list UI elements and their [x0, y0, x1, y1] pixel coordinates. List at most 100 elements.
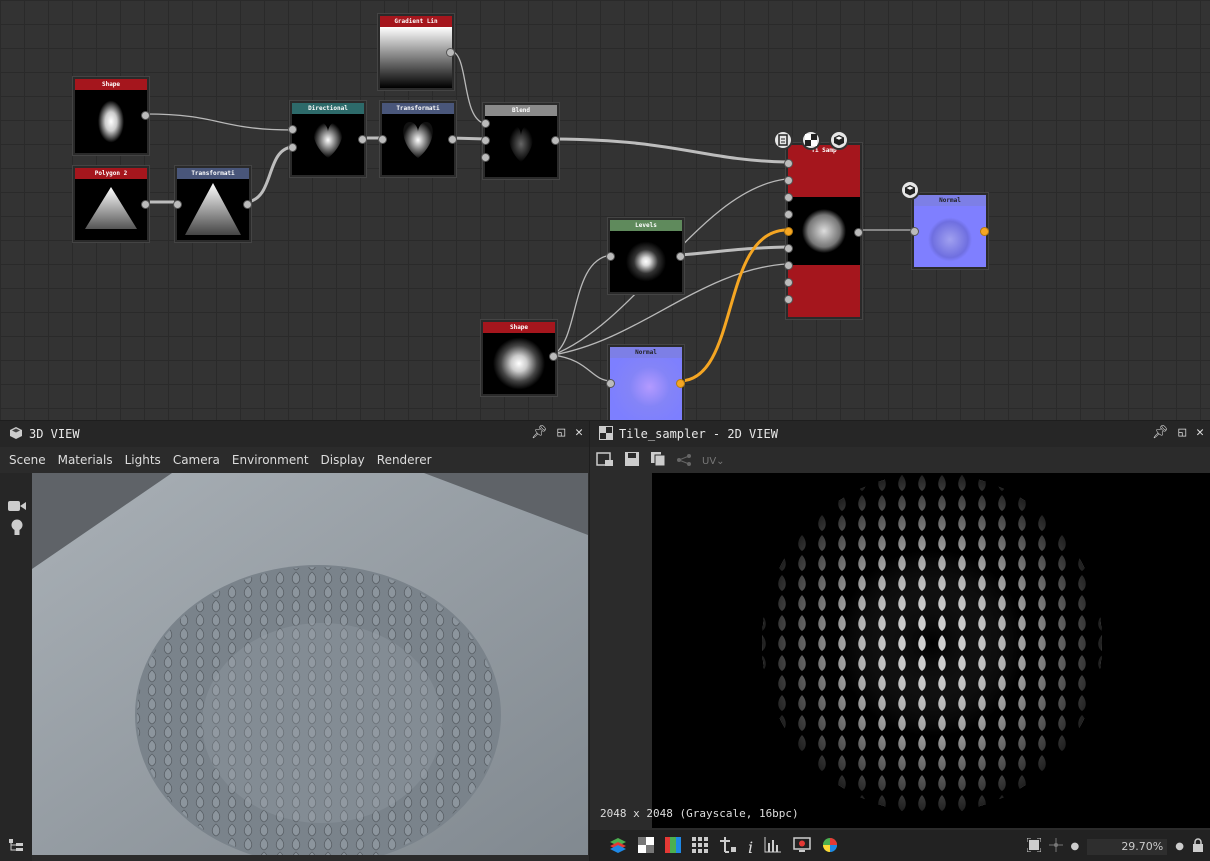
- close-icon[interactable]: ✕: [575, 425, 583, 440]
- output-port[interactable]: [980, 227, 989, 236]
- output-port[interactable]: [446, 48, 455, 57]
- menu-display[interactable]: Display: [321, 453, 365, 467]
- checker-icon[interactable]: [801, 130, 821, 150]
- output-port[interactable]: [141, 200, 150, 209]
- node-title: Polygon 2: [75, 168, 147, 179]
- tile-icon[interactable]: [719, 837, 737, 857]
- input-port[interactable]: [784, 278, 793, 287]
- 3d-view-menubar: Scene Materials Lights Camera Environmen…: [0, 448, 589, 472]
- zoom-in-icon[interactable]: ●: [1175, 841, 1184, 852]
- input-port[interactable]: [481, 119, 490, 128]
- output-port[interactable]: [448, 135, 457, 144]
- menu-environment[interactable]: Environment: [232, 453, 309, 467]
- output-port[interactable]: [358, 135, 367, 144]
- node-title: Normal: [914, 195, 986, 206]
- texture-preview: [762, 473, 1102, 813]
- 2d-viewport[interactable]: [652, 473, 1210, 828]
- menu-lights[interactable]: Lights: [125, 453, 161, 467]
- zoom-field[interactable]: 29.70%: [1087, 838, 1168, 855]
- node-polygon-2[interactable]: Polygon 2: [73, 166, 150, 242]
- save-icon[interactable]: [624, 451, 640, 471]
- pin-icon[interactable]: 📌︎: [1152, 425, 1169, 440]
- input-port[interactable]: [288, 143, 297, 152]
- transparency-icon[interactable]: [638, 837, 654, 857]
- 2d-view-panel: Tile_sampler - 2D VIEW 📌︎ ◱ ✕ UV⌄ 2048 x…: [590, 421, 1210, 861]
- input-port[interactable]: [784, 244, 793, 253]
- input-port[interactable]: [784, 210, 793, 219]
- input-port[interactable]: [784, 176, 793, 185]
- panel-title: 3D VIEW: [29, 427, 80, 441]
- info-icon[interactable]: i: [748, 838, 753, 857]
- color-channels-icon[interactable]: [665, 837, 681, 857]
- node-blend[interactable]: Blend: [481, 103, 560, 179]
- 3d-viewport[interactable]: [32, 473, 588, 855]
- output-port[interactable]: [551, 136, 560, 145]
- node-title: Gradient Lin: [380, 16, 452, 27]
- input-port[interactable]: [173, 200, 182, 209]
- 2d-view-bottom-toolbar: i ● 29.70% ●: [590, 830, 1210, 861]
- node-tile-sampler[interactable]: Ti Samp: [784, 143, 863, 319]
- pin-icon[interactable]: 📌︎: [531, 425, 548, 440]
- output-port[interactable]: [141, 111, 150, 120]
- menu-renderer[interactable]: Renderer: [377, 453, 432, 467]
- menu-camera[interactable]: Camera: [173, 453, 220, 467]
- cube-icon[interactable]: [829, 130, 849, 150]
- node-normal-1[interactable]: Normal: [606, 345, 685, 420]
- maximize-icon[interactable]: ◱: [1178, 425, 1186, 440]
- menu-scene[interactable]: Scene: [9, 453, 46, 467]
- input-port-connected[interactable]: [784, 227, 793, 236]
- uv-dropdown[interactable]: UV⌄: [702, 456, 725, 467]
- input-port[interactable]: [481, 153, 490, 162]
- cube-icon[interactable]: [900, 180, 920, 200]
- node-transformation-1[interactable]: Transformati: [173, 166, 252, 242]
- layers-icon[interactable]: [610, 837, 627, 857]
- close-icon[interactable]: ✕: [1196, 425, 1204, 440]
- camera-icon[interactable]: [8, 497, 26, 516]
- node-shape-1[interactable]: Shape: [73, 77, 150, 155]
- output-port[interactable]: [676, 252, 685, 261]
- node-graph-canvas[interactable]: Shape Polygon 2 Transformati Directional…: [0, 0, 1210, 420]
- color-wheel-icon[interactable]: [822, 837, 838, 857]
- node-directional[interactable]: Directional: [288, 101, 367, 177]
- display-icon[interactable]: [793, 837, 811, 857]
- scene-tree-icon[interactable]: [8, 837, 24, 856]
- node-normal-2[interactable]: Normal: [910, 193, 989, 269]
- output-port[interactable]: [243, 200, 252, 209]
- maximize-icon[interactable]: ◱: [557, 425, 565, 440]
- input-port[interactable]: [784, 193, 793, 202]
- input-port[interactable]: [606, 252, 615, 261]
- input-port[interactable]: [288, 125, 297, 134]
- node-title: Shape: [75, 79, 147, 90]
- output-port[interactable]: [549, 352, 558, 361]
- node-transformation-2[interactable]: Transformati: [378, 101, 457, 177]
- export-icon[interactable]: [596, 451, 614, 471]
- input-port[interactable]: [784, 295, 793, 304]
- lock-icon[interactable]: [1192, 837, 1204, 856]
- node-shape-2[interactable]: Shape: [481, 320, 558, 396]
- document-icon[interactable]: [773, 130, 793, 150]
- input-port[interactable]: [481, 136, 490, 145]
- input-port[interactable]: [606, 379, 615, 388]
- share-icon[interactable]: [676, 452, 692, 471]
- input-port[interactable]: [910, 227, 919, 236]
- menu-materials[interactable]: Materials: [58, 453, 113, 467]
- zoom-out-icon[interactable]: ●: [1071, 841, 1080, 852]
- output-port[interactable]: [854, 228, 863, 237]
- node-thumbnail: [610, 231, 682, 292]
- lightbulb-icon[interactable]: [10, 519, 24, 541]
- input-port[interactable]: [378, 135, 387, 144]
- texture-info: 2048 x 2048 (Grayscale, 16bpc): [600, 807, 799, 820]
- grid-icon[interactable]: [692, 837, 708, 857]
- output-port[interactable]: [676, 379, 685, 388]
- node-gradient-linear[interactable]: Gradient Lin: [378, 14, 455, 90]
- histogram-icon[interactable]: [764, 837, 782, 857]
- copy-icon[interactable]: [650, 451, 666, 471]
- node-thumbnail: [483, 333, 555, 394]
- fit-view-icon[interactable]: [1026, 837, 1042, 856]
- node-levels[interactable]: Levels: [606, 218, 685, 294]
- node-thumbnail: [788, 197, 860, 265]
- input-port[interactable]: [784, 261, 793, 270]
- node-title: Blend: [485, 105, 557, 116]
- input-port[interactable]: [784, 159, 793, 168]
- pan-icon[interactable]: [1048, 837, 1063, 856]
